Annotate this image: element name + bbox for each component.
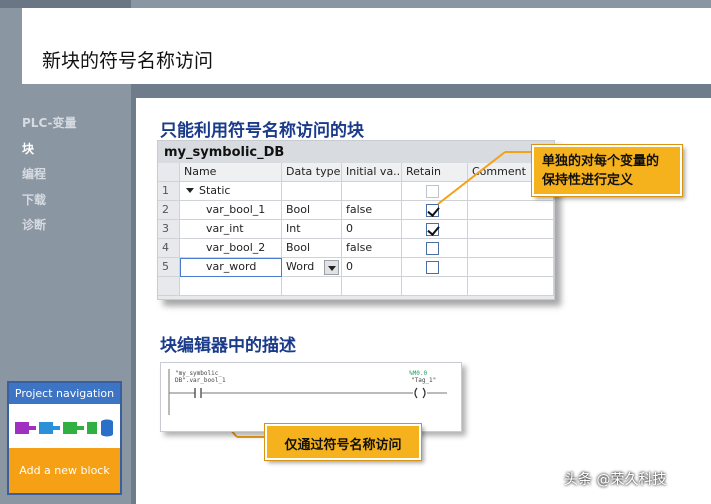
- datatype-cell[interactable]: [282, 182, 342, 201]
- retain-checkbox[interactable]: [426, 242, 439, 255]
- table-row[interactable]: 3 var_int Int 0: [158, 220, 554, 239]
- retain-cell[interactable]: [402, 258, 468, 277]
- block-chain-icon: [15, 419, 113, 437]
- initial-cell[interactable]: 0: [342, 220, 402, 239]
- initial-cell[interactable]: [342, 277, 402, 296]
- retain-checkbox: [426, 185, 439, 198]
- sidebar-nav: PLC-变量 块 编程 下载 诊断: [22, 113, 77, 241]
- db-title: my_symbolic_DB: [158, 141, 554, 163]
- table-row-empty[interactable]: [158, 277, 554, 296]
- retain-cell[interactable]: [402, 201, 468, 220]
- initial-cell[interactable]: false: [342, 239, 402, 258]
- datatype-dropdown[interactable]: Word: [282, 258, 342, 277]
- initial-cell[interactable]: false: [342, 201, 402, 220]
- retain-checkbox[interactable]: [426, 261, 439, 274]
- sidebar-item-diagnostics[interactable]: 诊断: [22, 215, 77, 241]
- sidebar-item-download[interactable]: 下载: [22, 190, 77, 216]
- project-navigation-panel: Project navigation Add a new block: [7, 381, 122, 495]
- callout-line-2: 保持性进行定义: [542, 173, 634, 188]
- initial-cell[interactable]: [342, 182, 402, 201]
- datatype-cell[interactable]: Bool: [282, 239, 342, 258]
- name-cell[interactable]: Static: [180, 182, 282, 201]
- name-text: Static: [199, 184, 231, 197]
- table-row[interactable]: 1 Static: [158, 182, 554, 201]
- ladder-editor-snippet: "my_symbolic_ DB".var_bool_1 %M0.0 "Tag_…: [160, 362, 462, 432]
- table-row[interactable]: 4 var_bool_2 Bool false: [158, 239, 554, 258]
- callout-symbolic-access: 仅通过符号名称访问: [264, 423, 422, 461]
- retain-cell[interactable]: [402, 220, 468, 239]
- row-number: 4: [158, 239, 180, 258]
- retain-cell[interactable]: [402, 239, 468, 258]
- page-header: 新块的符号名称访问: [22, 8, 711, 84]
- table-row[interactable]: 2 var_bool_1 Bool false: [158, 201, 554, 220]
- section-title-block-editor: 块编辑器中的描述: [160, 336, 296, 356]
- project-navigation-title: Project navigation: [9, 383, 120, 404]
- col-header-datatype[interactable]: Data type: [282, 163, 342, 182]
- retain-cell[interactable]: [402, 277, 468, 296]
- col-header-num: [158, 163, 180, 182]
- name-cell[interactable]: var_int: [180, 220, 282, 239]
- db-editor-panel: my_symbolic_DB Name Data type Initial va…: [157, 140, 555, 300]
- ladder-rung: [168, 369, 447, 415]
- datatype-cell[interactable]: Int: [282, 220, 342, 239]
- add-new-block-button[interactable]: Add a new block: [9, 448, 120, 493]
- row-number: 2: [158, 201, 180, 220]
- sidebar-item-programming[interactable]: 编程: [22, 164, 77, 190]
- name-cell[interactable]: var_bool_2: [180, 239, 282, 258]
- retain-cell: [402, 182, 468, 201]
- comment-cell[interactable]: [468, 258, 554, 277]
- datatype-cell[interactable]: [282, 277, 342, 296]
- chevron-down-icon[interactable]: [324, 260, 339, 275]
- col-header-retain[interactable]: Retain: [402, 163, 468, 182]
- sidebar-item-blocks[interactable]: 块: [22, 139, 77, 165]
- row-number: 3: [158, 220, 180, 239]
- comment-cell[interactable]: [468, 220, 554, 239]
- section-title-symbolic-blocks: 只能利用符号名称访问的块: [160, 121, 364, 141]
- comment-cell[interactable]: [468, 239, 554, 258]
- col-header-name[interactable]: Name: [180, 163, 282, 182]
- name-cell[interactable]: [180, 277, 282, 296]
- collapse-triangle-icon[interactable]: [186, 188, 194, 193]
- datatype-cell[interactable]: Bool: [282, 201, 342, 220]
- sidebar-item-plc-tags[interactable]: PLC-变量: [22, 113, 77, 139]
- datatype-text: Word: [286, 260, 315, 273]
- table-row[interactable]: 5 var_word Word 0: [158, 258, 554, 277]
- comment-cell[interactable]: [468, 201, 554, 220]
- page-title: 新块的符号名称访问: [42, 50, 214, 72]
- row-number: [158, 277, 180, 296]
- callout-retain-note: 单独的对每个变量的 保持性进行定义: [531, 144, 683, 197]
- retain-checkbox[interactable]: [426, 204, 439, 217]
- name-cell-editing[interactable]: var_word: [180, 258, 282, 277]
- retain-checkbox[interactable]: [426, 223, 439, 236]
- row-number: 5: [158, 258, 180, 277]
- sidebar-top-strip: [0, 0, 131, 8]
- comment-cell[interactable]: [468, 277, 554, 296]
- col-header-initial[interactable]: Initial va...: [342, 163, 402, 182]
- name-cell[interactable]: var_bool_1: [180, 201, 282, 220]
- watermark: 头条 @荣久科技: [564, 472, 667, 488]
- db-grid: Name Data type Initial va... Retain Comm…: [158, 163, 554, 296]
- callout-line-1: 单独的对每个变量的: [542, 154, 660, 169]
- initial-cell[interactable]: 0: [342, 258, 402, 277]
- grid-header-row: Name Data type Initial va... Retain Comm…: [158, 163, 554, 182]
- row-number: 1: [158, 182, 180, 201]
- top-strip: [131, 0, 711, 8]
